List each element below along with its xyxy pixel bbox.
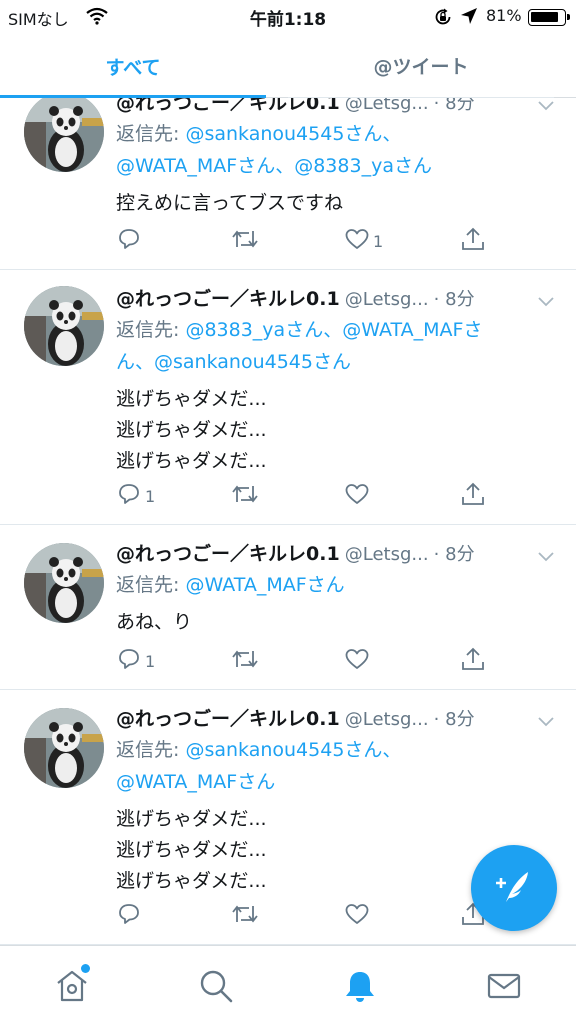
like-button[interactable]: 1 — [344, 226, 383, 256]
retweet-button[interactable] — [230, 481, 260, 511]
like-icon — [344, 902, 370, 930]
battery-icon — [528, 9, 570, 26]
like-icon — [344, 227, 370, 255]
display-name[interactable]: @れっつごー／キルレ0.1 — [116, 288, 340, 310]
mention-link[interactable]: @sankanou4545さん、 — [185, 123, 401, 145]
mention-link[interactable]: @WATA_MAFさん — [185, 574, 344, 596]
reply-to: 返信先: @sankanou4545さん、 — [116, 118, 556, 150]
search-icon — [198, 970, 234, 1008]
nav-messages[interactable] — [486, 968, 522, 1004]
home-icon — [54, 970, 90, 1008]
tweet-text: 逃げちゃダメだ... 逃げちゃダメだ... 逃げちゃダメだ... — [116, 384, 556, 477]
reply-button[interactable]: 1 — [116, 481, 155, 511]
like-count: 1 — [373, 231, 384, 251]
reply-to-label: 返信先: — [116, 739, 186, 761]
reply-icon — [116, 647, 142, 675]
display-name[interactable]: @れっつごー／キルレ0.1 — [116, 543, 340, 565]
reply-button[interactable]: 1 — [116, 646, 155, 676]
compose-button[interactable] — [471, 845, 557, 931]
share-button[interactable] — [460, 646, 486, 676]
reply-count: 1 — [145, 486, 156, 506]
battery-percent: 81% — [486, 6, 522, 25]
mention-link[interactable]: @WATA_MAFさん、@8383_yaさん — [116, 155, 432, 177]
retweet-button[interactable] — [230, 646, 260, 676]
retweet-button[interactable] — [230, 226, 260, 256]
nav-search[interactable] — [198, 968, 234, 1004]
retweet-icon — [230, 482, 260, 510]
nav-home[interactable] — [54, 964, 90, 1004]
retweet-icon — [230, 647, 260, 675]
reply-icon — [116, 482, 142, 510]
user-handle: @Letsg... — [344, 544, 429, 565]
tweet-time: · 8分 — [433, 289, 475, 310]
notification-tabs: すべて @ツイート — [0, 34, 576, 98]
reply-to: 返信先: @sankanou4545さん、 — [116, 734, 556, 766]
like-icon — [344, 482, 370, 510]
reply-to-label: 返信先: — [116, 574, 186, 596]
share-button[interactable] — [460, 481, 486, 511]
user-handle: @Letsg... — [344, 289, 429, 310]
tweet-text: 控えめに言ってブスですね — [116, 192, 344, 214]
share-icon — [460, 226, 486, 256]
reply-count: 1 — [145, 651, 156, 671]
notifications-icon — [342, 972, 378, 1008]
tweet-text-line: 逃げちゃダメだ... — [116, 450, 267, 472]
tweet-text: あね、り — [116, 611, 193, 633]
mention-link[interactable]: @8383_yaさん、@WATA_MAFさ — [185, 319, 482, 341]
reply-icon — [116, 902, 142, 930]
share-button[interactable] — [460, 226, 486, 256]
tweet-text-line: 逃げちゃダメだ... — [116, 808, 267, 830]
avatar[interactable] — [24, 92, 104, 172]
display-name[interactable]: @れっつごー／キルレ0.1 — [116, 708, 340, 730]
like-button[interactable] — [344, 901, 373, 931]
reply-button[interactable] — [116, 226, 145, 256]
like-icon — [344, 647, 370, 675]
reply-to-label: 返信先: — [116, 319, 186, 341]
mention-link[interactable]: @sankanou4545さん、 — [185, 739, 401, 761]
tweet-time: · 8分 — [433, 544, 475, 565]
tab-indicator — [0, 95, 266, 98]
bottom-navigation — [0, 945, 576, 1024]
messages-icon — [486, 973, 522, 1008]
chevron-down-icon[interactable] — [538, 96, 554, 115]
reply-icon — [116, 227, 142, 255]
reply-button[interactable] — [116, 901, 145, 931]
tweet-item[interactable]: @れっつごー／キルレ0.1 @Letsg... · 8分 返信先: @WATA_… — [0, 525, 576, 690]
reply-to: 返信先: @8383_yaさん、@WATA_MAFさ — [116, 314, 556, 346]
tab-tweets[interactable]: @ツイート — [288, 34, 554, 98]
compose-icon — [492, 864, 536, 912]
share-icon — [460, 646, 486, 676]
tweet-item[interactable]: @れっつごー／キルレ0.1 @Letsg... · 8分 返信先: @8383_… — [0, 270, 576, 525]
tweet-text-line: 逃げちゃダメだ... — [116, 419, 267, 441]
location-arrow-icon — [460, 7, 478, 29]
avatar[interactable] — [24, 543, 104, 623]
tweet-text-line: 逃げちゃダメだ... — [116, 388, 267, 410]
retweet-button[interactable] — [230, 901, 260, 931]
nav-notifications[interactable] — [342, 968, 378, 1004]
like-button[interactable] — [344, 646, 373, 676]
mention-link[interactable]: @WATA_MAFさん — [116, 771, 275, 793]
reply-to-label: 返信先: — [116, 123, 186, 145]
reply-to: 返信先: @WATA_MAFさん — [116, 569, 556, 601]
user-handle: @Letsg... — [344, 709, 429, 730]
tab-all[interactable]: すべて — [0, 34, 266, 98]
avatar[interactable] — [24, 286, 104, 366]
new-items-dot — [81, 964, 90, 973]
share-icon — [460, 481, 486, 511]
chevron-down-icon[interactable] — [538, 547, 554, 566]
mention-link[interactable]: ん、@sankanou4545さん — [116, 351, 351, 373]
retweet-icon — [230, 227, 260, 255]
chevron-down-icon[interactable] — [538, 292, 554, 311]
retweet-icon — [230, 902, 260, 930]
chevron-down-icon[interactable] — [538, 712, 554, 731]
status-bar: SIMなし 午前1:18 81% — [0, 0, 576, 34]
tweet-item[interactable]: @れっつごー／キルレ0.1 @Letsg... · 8分 返信先: @sanka… — [0, 84, 576, 270]
tweet-time: · 8分 — [433, 709, 475, 730]
avatar[interactable] — [24, 708, 104, 788]
rotation-lock-icon — [433, 7, 453, 31]
like-button[interactable] — [344, 481, 373, 511]
